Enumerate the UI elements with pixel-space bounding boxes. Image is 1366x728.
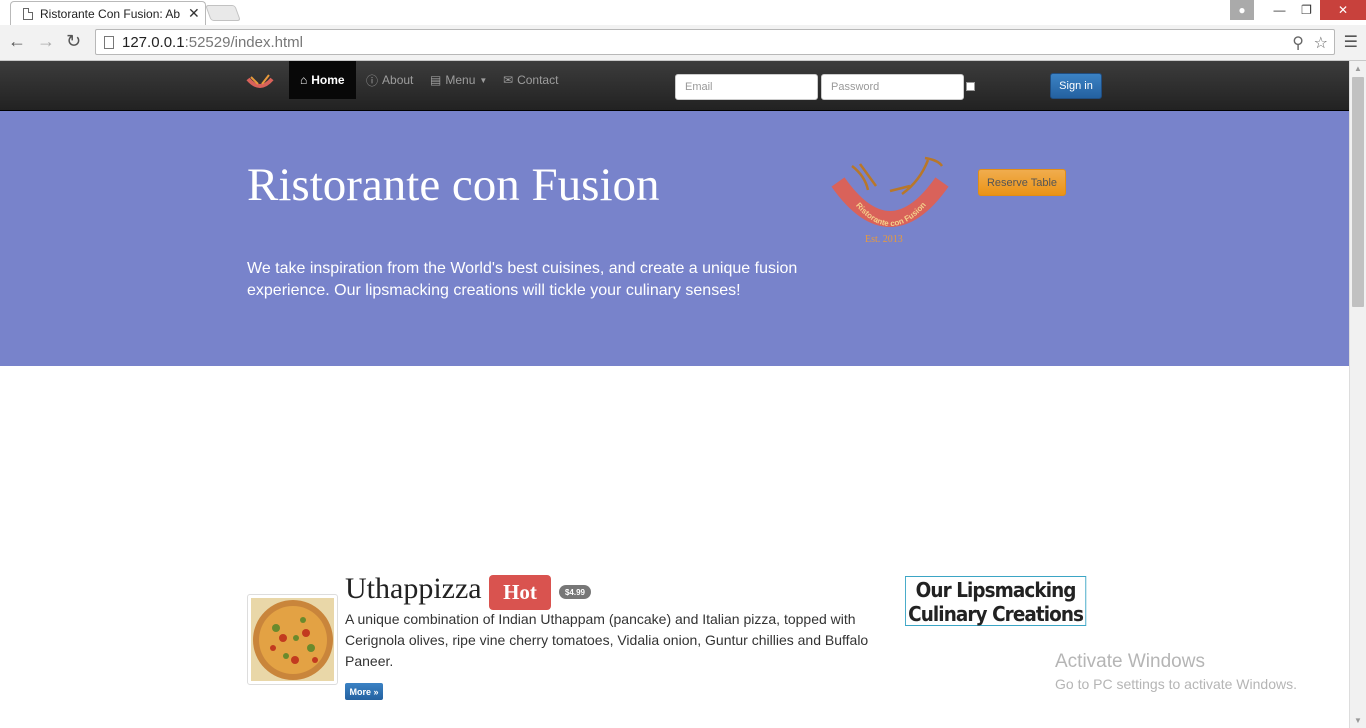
browser-tabstrip: Ristorante Con Fusion: Ab ✕ ● — ❐ ✕	[0, 0, 1366, 25]
jumbotron: Ristorante con Fusion We take inspiratio…	[0, 111, 1349, 366]
activate-windows-subtitle: Go to PC settings to activate Windows.	[1055, 676, 1297, 692]
close-window-icon[interactable]: ✕	[1320, 0, 1366, 20]
signin-button[interactable]: Sign in	[1050, 73, 1102, 99]
tab-close-icon[interactable]: ✕	[188, 5, 200, 22]
site-navbar: ⌂ Home ⓘ About ▤ Menu ▼ ✉ Contact Email Passw…	[0, 61, 1349, 111]
nav-contact[interactable]: ✉ Contact	[503, 61, 558, 99]
scroll-up-icon[interactable]: ▲	[1354, 64, 1362, 73]
restaurant-logo: Ristorante con Fusion Est. 2013	[831, 156, 949, 245]
password-field[interactable]: Password	[821, 74, 964, 100]
reserve-table-button[interactable]: Reserve Table	[978, 169, 1066, 196]
email-field[interactable]: Email	[675, 74, 818, 100]
window-controls: ● — ❐ ✕	[1230, 0, 1366, 20]
envelope-icon: ✉	[503, 73, 514, 87]
page-info-icon	[104, 36, 114, 49]
info-icon: ⓘ	[366, 73, 379, 88]
list-icon: ▤	[430, 73, 442, 87]
nav-home[interactable]: ⌂ Home	[289, 61, 356, 99]
tab-title: Ristorante Con Fusion: Ab	[40, 6, 181, 21]
user-icon[interactable]: ●	[1230, 0, 1254, 20]
back-icon[interactable]: ←	[8, 31, 26, 52]
bookmark-star-icon[interactable]: ☆	[1314, 33, 1328, 53]
forward-icon[interactable]: →	[37, 31, 55, 52]
vertical-scrollbar[interactable]: ▲ ▼	[1349, 61, 1366, 728]
page-title: Ristorante con Fusion	[247, 159, 660, 211]
restore-icon[interactable]: ❐	[1293, 0, 1320, 20]
page-icon	[23, 7, 33, 20]
address-bar: ← → ↻ 127.0.0.1:52529/index.html ⚲ ☆ ☰	[0, 25, 1366, 61]
browser-tab[interactable]: Ristorante Con Fusion: Ab ✕	[10, 1, 206, 25]
pizza-image	[251, 598, 334, 681]
reload-icon[interactable]: ↻	[66, 31, 81, 52]
nav-contact-label: Contact	[517, 73, 559, 87]
dish-name: Uthappizza	[345, 572, 482, 605]
nav-menu[interactable]: ▤ Menu ▼	[430, 61, 487, 99]
scroll-down-icon[interactable]: ▼	[1354, 716, 1362, 725]
url-input[interactable]: 127.0.0.1:52529/index.html ⚲ ☆	[95, 29, 1335, 55]
url-host: 127.0.0.1	[122, 33, 185, 51]
caret-down-icon: ▼	[479, 75, 488, 85]
remember-checkbox[interactable]	[966, 82, 975, 91]
tagline: We take inspiration from the World's bes…	[247, 260, 798, 299]
activate-windows-title: Activate Windows	[1055, 651, 1205, 672]
nav-home-label: Home	[311, 73, 345, 87]
brand-logo[interactable]	[245, 69, 275, 95]
browser-menu-icon[interactable]: ☰	[1344, 32, 1358, 52]
price-badge: $4.99	[559, 585, 591, 599]
nav-menu-label: Menu	[445, 73, 476, 87]
logo-est: Est. 2013	[865, 234, 903, 245]
nav-about[interactable]: ⓘ About	[366, 61, 413, 99]
new-tab-button[interactable]	[205, 5, 241, 21]
creations-heading: Our Lipsmacking Culinary Creations	[905, 576, 1087, 626]
hot-badge: Hot	[489, 575, 551, 610]
password-placeholder: Password	[831, 81, 880, 93]
nav-about-label: About	[382, 73, 414, 87]
email-placeholder: Email	[685, 81, 713, 93]
zoom-icon[interactable]: ⚲	[1292, 33, 1304, 53]
dish-image[interactable]	[247, 594, 338, 685]
more-button[interactable]: More »	[345, 683, 383, 700]
web-page: ⌂ Home ⓘ About ▤ Menu ▼ ✉ Contact Email Passw…	[0, 61, 1349, 728]
dish-description: A unique combination of Indian Uthappam …	[345, 611, 869, 669]
url-path: :52529/index.html	[184, 33, 303, 51]
minimize-icon[interactable]: —	[1266, 0, 1293, 20]
home-icon: ⌂	[300, 73, 308, 87]
scroll-thumb[interactable]	[1352, 77, 1364, 307]
